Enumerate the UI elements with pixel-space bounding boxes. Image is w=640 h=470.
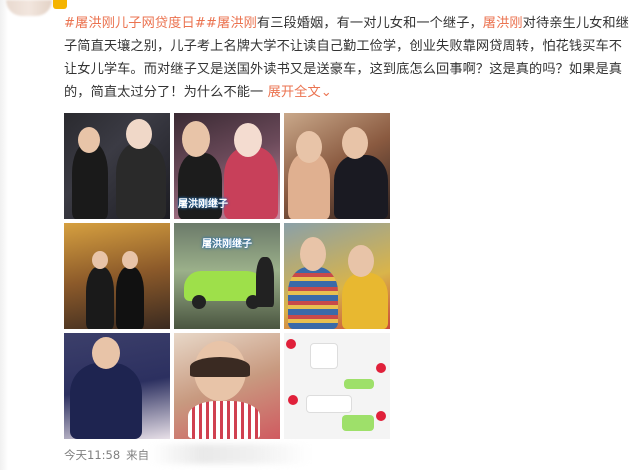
person-figure — [288, 267, 338, 329]
topic-link[interactable]: #屠洪刚儿子网贷度日# — [64, 16, 206, 31]
person-figure — [70, 363, 142, 439]
photo-2[interactable]: 屠洪刚继子 — [174, 113, 280, 219]
person-head — [234, 123, 262, 157]
person-figure — [334, 155, 388, 219]
person-figure — [116, 267, 144, 329]
person-figure — [116, 143, 166, 219]
expand-full-text-link[interactable]: 展开全文⌄ — [268, 85, 332, 100]
person-figure — [188, 401, 260, 439]
redaction-blur — [150, 444, 310, 464]
person-figure — [342, 273, 388, 329]
person-head — [92, 337, 120, 369]
vip-badge-icon — [53, 0, 67, 9]
person-figure — [224, 147, 278, 219]
sticker — [376, 411, 386, 421]
chat-bubble — [342, 415, 374, 431]
topic-link[interactable]: #屠洪刚 — [206, 16, 257, 31]
image-grid: 屠洪刚继子 屠洪刚继子 — [64, 113, 390, 439]
post-meta: 今天11:58 来自 — [64, 447, 149, 463]
person-head — [182, 121, 210, 157]
sticker — [376, 363, 386, 373]
person-head — [342, 127, 368, 159]
person-figure — [86, 267, 114, 329]
chat-image — [310, 343, 338, 369]
photo-4[interactable] — [64, 223, 170, 329]
sticker — [288, 395, 298, 405]
chat-bubble — [344, 379, 374, 389]
wheel — [192, 295, 206, 309]
photo-7[interactable] — [64, 333, 170, 439]
photo-6[interactable] — [284, 223, 390, 329]
person-head — [296, 131, 322, 163]
person-head — [122, 251, 138, 269]
person-head — [348, 245, 374, 277]
photo-1[interactable] — [64, 113, 170, 219]
post-time[interactable]: 今天11:58 — [64, 448, 120, 462]
chat-bubble — [306, 395, 352, 413]
person-head — [92, 251, 108, 269]
sticker — [286, 339, 296, 349]
photo-caption: 屠洪刚继子 — [202, 239, 252, 250]
photo-5[interactable]: 屠洪刚继子 — [174, 223, 280, 329]
photo-8[interactable] — [174, 333, 280, 439]
mention-link[interactable]: 屠洪刚 — [483, 16, 523, 31]
person-head — [300, 237, 326, 271]
post-text-segment: 有三段婚姻，有一对儿女和一个继子， — [256, 16, 483, 31]
post-source: 来自 — [126, 448, 150, 462]
photo-3[interactable] — [284, 113, 390, 219]
photo-9[interactable] — [284, 333, 390, 439]
hair — [190, 357, 250, 377]
avatar[interactable] — [6, 0, 52, 16]
chevron-down-icon: ⌄ — [320, 85, 332, 100]
person-figure — [72, 143, 108, 219]
person-head — [126, 119, 152, 149]
photo-caption: 屠洪刚继子 — [178, 199, 228, 210]
post-text: #屠洪刚儿子网贷度日##屠洪刚有三段婚姻，有一对儿女和一个继子，屠洪刚对待亲生儿… — [64, 12, 634, 104]
person-figure — [256, 257, 274, 307]
edge-shadow — [0, 0, 8, 470]
person-head — [78, 127, 100, 153]
